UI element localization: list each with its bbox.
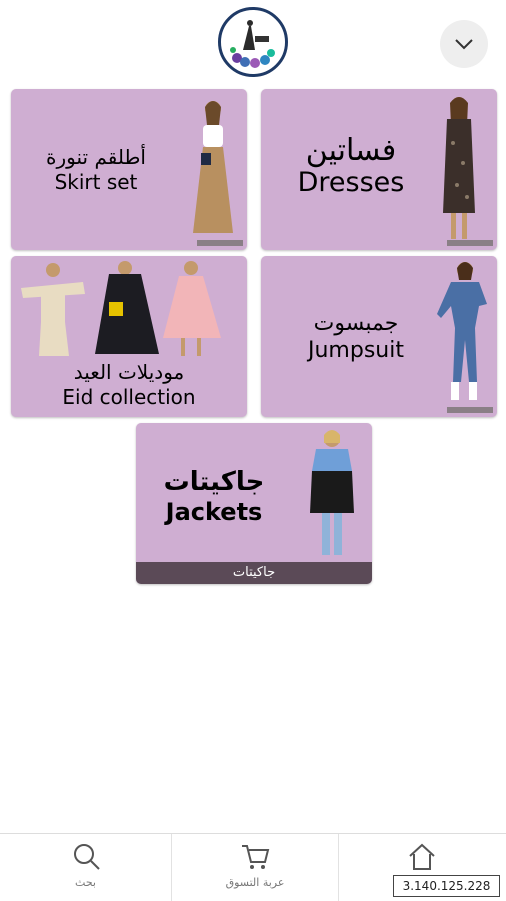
card-title-en: Eid collection [62,385,196,409]
category-card-jumpsuit[interactable]: جمبسوت Jumpsuit [261,256,497,417]
card-title-ar: جاكيتات [163,467,265,497]
watermark [447,240,493,246]
nav-search-label: بحث [75,876,96,889]
card-title: موديلات العيد Eid collection [11,362,247,408]
brand-logo[interactable] [218,7,288,77]
logo-graphic [223,12,283,72]
watermark [447,407,493,413]
watermark [197,240,243,246]
card-title: أطلقم تنورة Skirt set [21,147,171,193]
model-photo [193,101,233,233]
card-title-ar: جمبسوت [313,311,399,336]
category-caption: جاكيتات [136,562,372,584]
card-title: جاكيتات Jackets [150,467,278,527]
nav-cart[interactable]: عربة التسوق [172,834,338,901]
card-title-en: Skirt set [54,170,138,194]
model-photo [443,97,475,239]
category-card-dresses[interactable]: فساتين Dresses [261,89,497,250]
card-title-ar: موديلات العيد [73,360,185,384]
search-icon [74,844,100,870]
card-title-ar: أطلقم تنورة [46,145,146,169]
card-title-en: Jackets [165,498,263,527]
nav-search[interactable]: بحث [0,834,171,901]
category-card-skirt-set[interactable]: أطلقم تنورة Skirt set [11,89,247,250]
card-title-ar: فساتين [305,133,397,168]
category-card-eid-collection[interactable]: موديلات العيد Eid collection [11,256,247,417]
menu-toggle-button[interactable] [440,20,488,68]
card-title-en: Dresses [297,166,405,198]
chevron-down-icon [455,39,473,50]
ip-address-label: 3.140.125.228 [393,875,500,897]
cart-icon [242,845,270,869]
nav-cart-label: عربة التسوق [225,876,285,889]
models-photo [21,261,221,356]
app-header [0,0,506,86]
card-title: فساتين Dresses [281,135,421,197]
card-title: جمبسوت Jumpsuit [281,312,431,362]
category-card-jackets[interactable]: جاكيتات Jackets جاكيتات [136,423,372,584]
model-photo [310,430,354,555]
model-photo [437,262,487,400]
home-icon [409,843,435,870]
card-title-en: Jumpsuit [308,338,404,364]
